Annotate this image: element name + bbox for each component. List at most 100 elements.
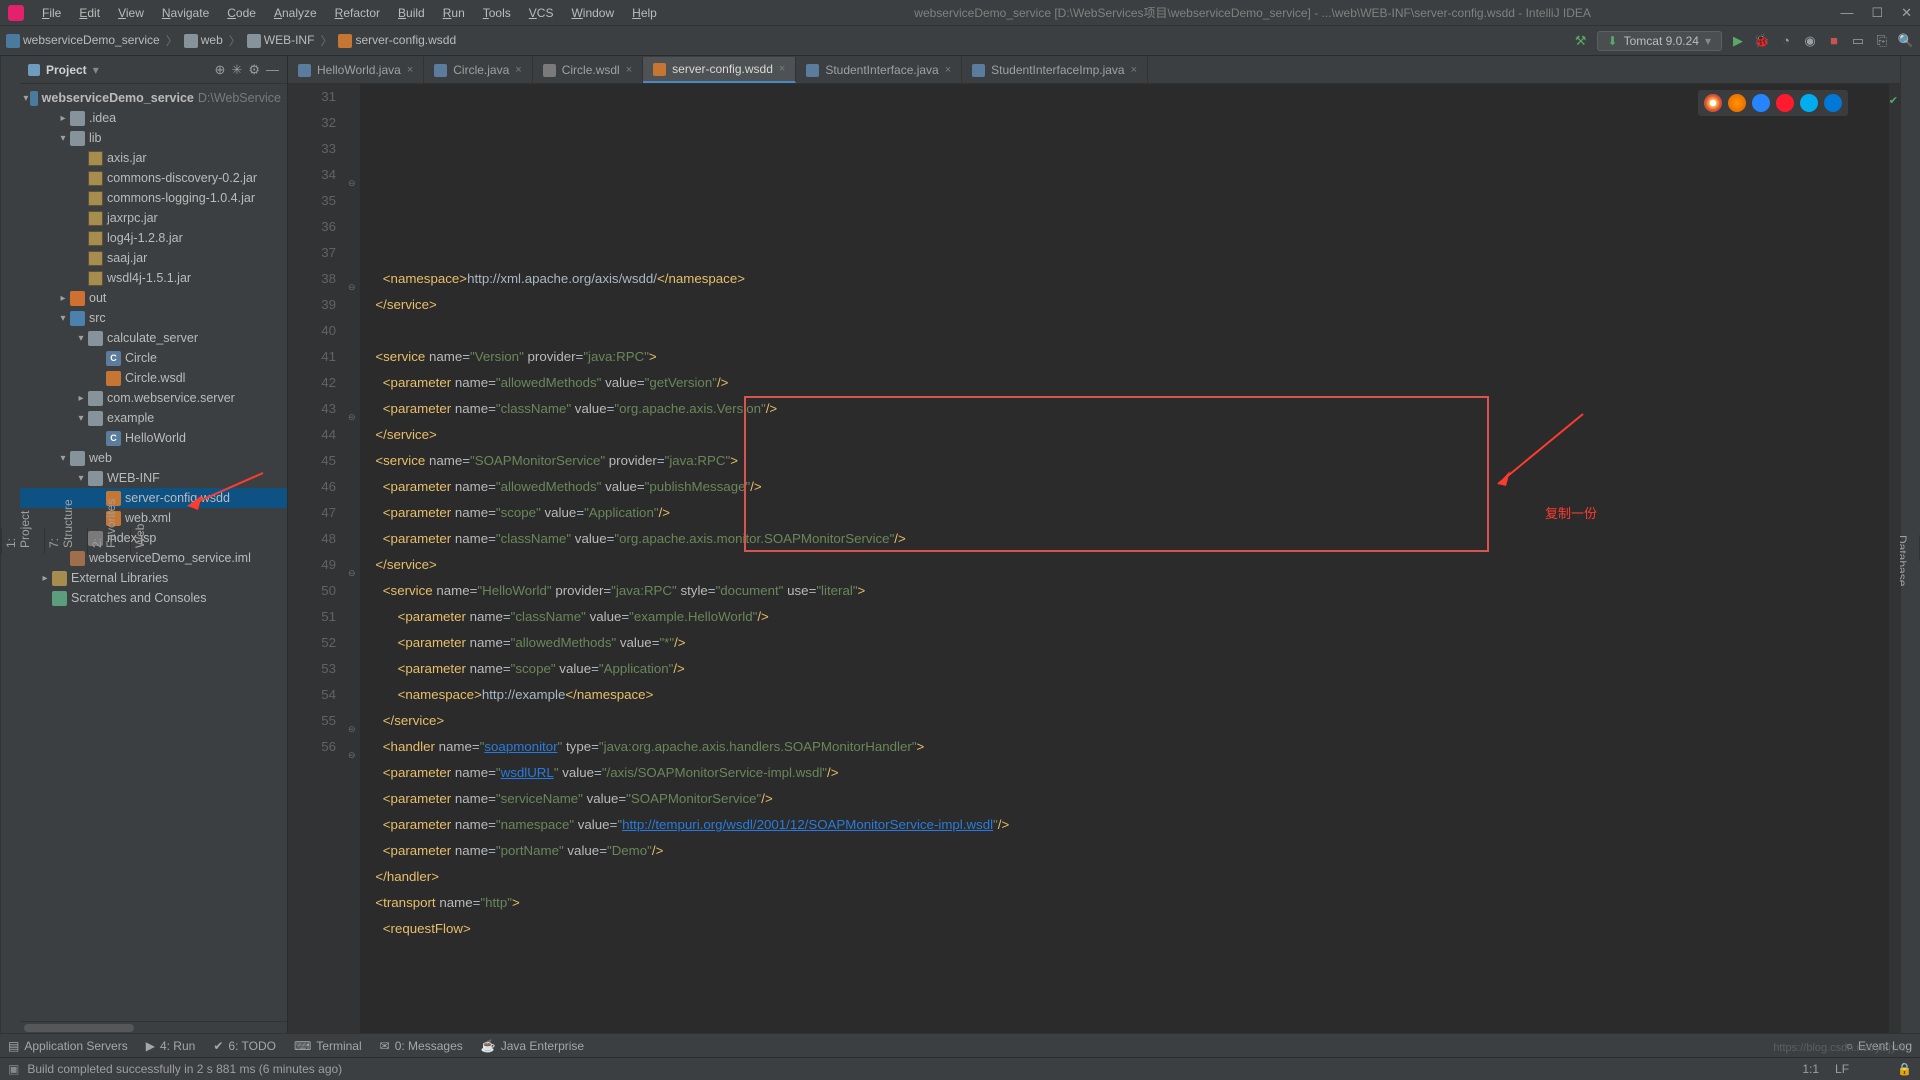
menu-help[interactable]: Help [624, 3, 665, 23]
tree-item[interactable]: commons-discovery-0.2.jar [20, 168, 287, 188]
menu-file[interactable]: File [34, 3, 69, 23]
menu-refactor[interactable]: Refactor [327, 3, 388, 23]
menu-code[interactable]: Code [219, 3, 264, 23]
tree-item[interactable]: HelloWorld [20, 428, 287, 448]
tree-item[interactable]: ▾web [20, 448, 287, 468]
tab-close-icon[interactable]: × [1131, 64, 1137, 76]
bottom-tool[interactable]: ✔ 6: TODO [213, 1039, 276, 1053]
tree-item[interactable]: Circle.wsdl [20, 368, 287, 388]
chrome-icon[interactable] [1704, 94, 1722, 112]
status-bar: ▣ Build completed successfully in 2 s 88… [0, 1057, 1920, 1080]
left-gutter-tab[interactable]: 7: Structure [44, 529, 77, 555]
build-icon[interactable]: ⚒ [1573, 33, 1589, 49]
breadcrumb-segment[interactable]: web [184, 33, 223, 48]
tree-horizontal-scrollbar[interactable] [20, 1021, 287, 1033]
tree-item[interactable]: ▾lib [20, 128, 287, 148]
tab-close-icon[interactable]: × [626, 64, 632, 76]
profile-button[interactable]: ◉ [1802, 33, 1818, 49]
tree-item[interactable]: ▾example [20, 408, 287, 428]
tree-item[interactable]: ▸.idea [20, 108, 287, 128]
minimize-button[interactable]: — [1840, 5, 1853, 21]
tree-item[interactable]: commons-logging-1.0.4.jar [20, 188, 287, 208]
breadcrumb-segment[interactable]: webserviceDemo_service [6, 33, 160, 48]
tree-item[interactable]: wsdl4j-1.5.1.jar [20, 268, 287, 288]
menu-navigate[interactable]: Navigate [154, 3, 217, 23]
menu-window[interactable]: Window [563, 3, 622, 23]
line-gutter: 3132333435363738394041424344454647484950… [288, 84, 346, 1033]
menu-vcs[interactable]: VCS [521, 3, 562, 23]
close-button[interactable]: ✕ [1901, 5, 1912, 21]
menu-run[interactable]: Run [435, 3, 473, 23]
menu-edit[interactable]: Edit [71, 3, 108, 23]
tree-item[interactable]: saaj.jar [20, 248, 287, 268]
tree-item[interactable]: ▸out [20, 288, 287, 308]
tree-item[interactable]: Scratches and Consoles [20, 588, 287, 608]
project-header: Project ▾ ⊕ ✳ ⚙ — [20, 56, 287, 84]
left-tool-gutter: 1: Project7: Structure2: FavoritesWeb [0, 56, 20, 1033]
error-stripe[interactable]: ✔ [1888, 84, 1900, 1033]
line-separator[interactable]: LF [1835, 1062, 1849, 1076]
ie-icon[interactable] [1800, 94, 1818, 112]
bottom-tool[interactable]: ✉ 0: Messages [380, 1039, 463, 1053]
tab-close-icon[interactable]: × [779, 63, 785, 75]
inspection-ok-icon: ✔ [1889, 88, 1898, 114]
edge-icon[interactable] [1824, 94, 1842, 112]
lock-icon[interactable]: 🔒 [1897, 1062, 1912, 1076]
menu-analyze[interactable]: Analyze [266, 3, 325, 23]
debug-button[interactable]: 🐞 [1754, 33, 1770, 49]
code-content[interactable]: 复制一份 <namespace>http://xml.apache.org/ax… [360, 84, 1888, 1033]
bottom-tool[interactable]: ▤ Application Servers [8, 1039, 128, 1053]
code-area[interactable]: 3132333435363738394041424344454647484950… [288, 84, 1900, 1033]
tree-item[interactable]: ▾WEB-INF [20, 468, 287, 488]
editor-tab[interactable]: Circle.wsdl× [533, 57, 643, 83]
menu-view[interactable]: View [110, 3, 152, 23]
editor-tab[interactable]: Circle.java× [424, 57, 532, 83]
hide-icon[interactable]: — [266, 62, 279, 77]
bottom-tool[interactable]: ▶ 4: Run [146, 1039, 196, 1053]
coverage-button[interactable]: ◔ [1778, 33, 1794, 49]
breadcrumb[interactable]: webserviceDemo_service〉web〉WEB-INF〉serve… [6, 32, 456, 49]
tab-close-icon[interactable]: × [407, 64, 413, 76]
tab-close-icon[interactable]: × [515, 64, 521, 76]
tree-item[interactable]: axis.jar [20, 148, 287, 168]
fold-gutter[interactable]: ⊖⊖⊖⊖⊖⊖ [346, 84, 360, 1033]
left-gutter-tab[interactable]: 1: Project [1, 529, 34, 555]
opera-icon[interactable] [1776, 94, 1794, 112]
tree-root[interactable]: ▾webserviceDemo_serviceD:\WebService [20, 88, 287, 108]
bottom-tool[interactable]: ⌨ Terminal [294, 1039, 362, 1053]
run-button[interactable]: ▶ [1730, 33, 1746, 49]
expand-icon[interactable]: ✳ [231, 62, 242, 78]
tree-item[interactable]: jaxrpc.jar [20, 208, 287, 228]
tab-close-icon[interactable]: × [945, 64, 951, 76]
editor-tab[interactable]: StudentInterface.java× [796, 57, 962, 83]
stop-button[interactable]: ■ [1826, 33, 1842, 49]
caret-position[interactable]: 1:1 [1802, 1062, 1819, 1076]
safari-icon[interactable] [1752, 94, 1770, 112]
menu-tools[interactable]: Tools [475, 3, 519, 23]
bottom-tool[interactable]: ☕ Java Enterprise [481, 1039, 584, 1053]
left-gutter-tab[interactable]: 2: Favorites [87, 529, 120, 555]
settings-icon[interactable]: ⚙ [248, 62, 260, 78]
editor-tab[interactable]: HelloWorld.java× [288, 57, 424, 83]
left-gutter-tab[interactable]: Web [130, 529, 149, 555]
main-area: 1: Project7: Structure2: FavoritesWeb Pr… [0, 56, 1920, 1033]
tree-item[interactable]: Circle [20, 348, 287, 368]
layout-button[interactable]: ▭ [1850, 33, 1866, 49]
locate-icon[interactable]: ⊕ [215, 62, 226, 78]
editor-tab[interactable]: StudentInterfaceImp.java× [962, 57, 1148, 83]
tree-item[interactable]: ▾src [20, 308, 287, 328]
tree-item[interactable]: ▸com.webservice.server [20, 388, 287, 408]
breadcrumb-segment[interactable]: server-config.wsdd [338, 33, 456, 48]
nav-bar: webserviceDemo_service〉web〉WEB-INF〉serve… [0, 26, 1920, 56]
firefox-icon[interactable] [1728, 94, 1746, 112]
editor-tab[interactable]: server-config.wsdd× [643, 57, 796, 83]
maximize-button[interactable]: ☐ [1871, 5, 1883, 21]
run-config-selector[interactable]: ⬇ Tomcat 9.0.24 ▾ [1597, 31, 1722, 51]
tree-item[interactable]: ▸External Libraries [20, 568, 287, 588]
git-button[interactable]: ⎘ [1874, 33, 1890, 49]
breadcrumb-segment[interactable]: WEB-INF [247, 33, 315, 48]
tree-item[interactable]: ▾calculate_server [20, 328, 287, 348]
search-button[interactable]: 🔍 [1898, 33, 1914, 49]
menu-build[interactable]: Build [390, 3, 433, 23]
tree-item[interactable]: log4j-1.2.8.jar [20, 228, 287, 248]
